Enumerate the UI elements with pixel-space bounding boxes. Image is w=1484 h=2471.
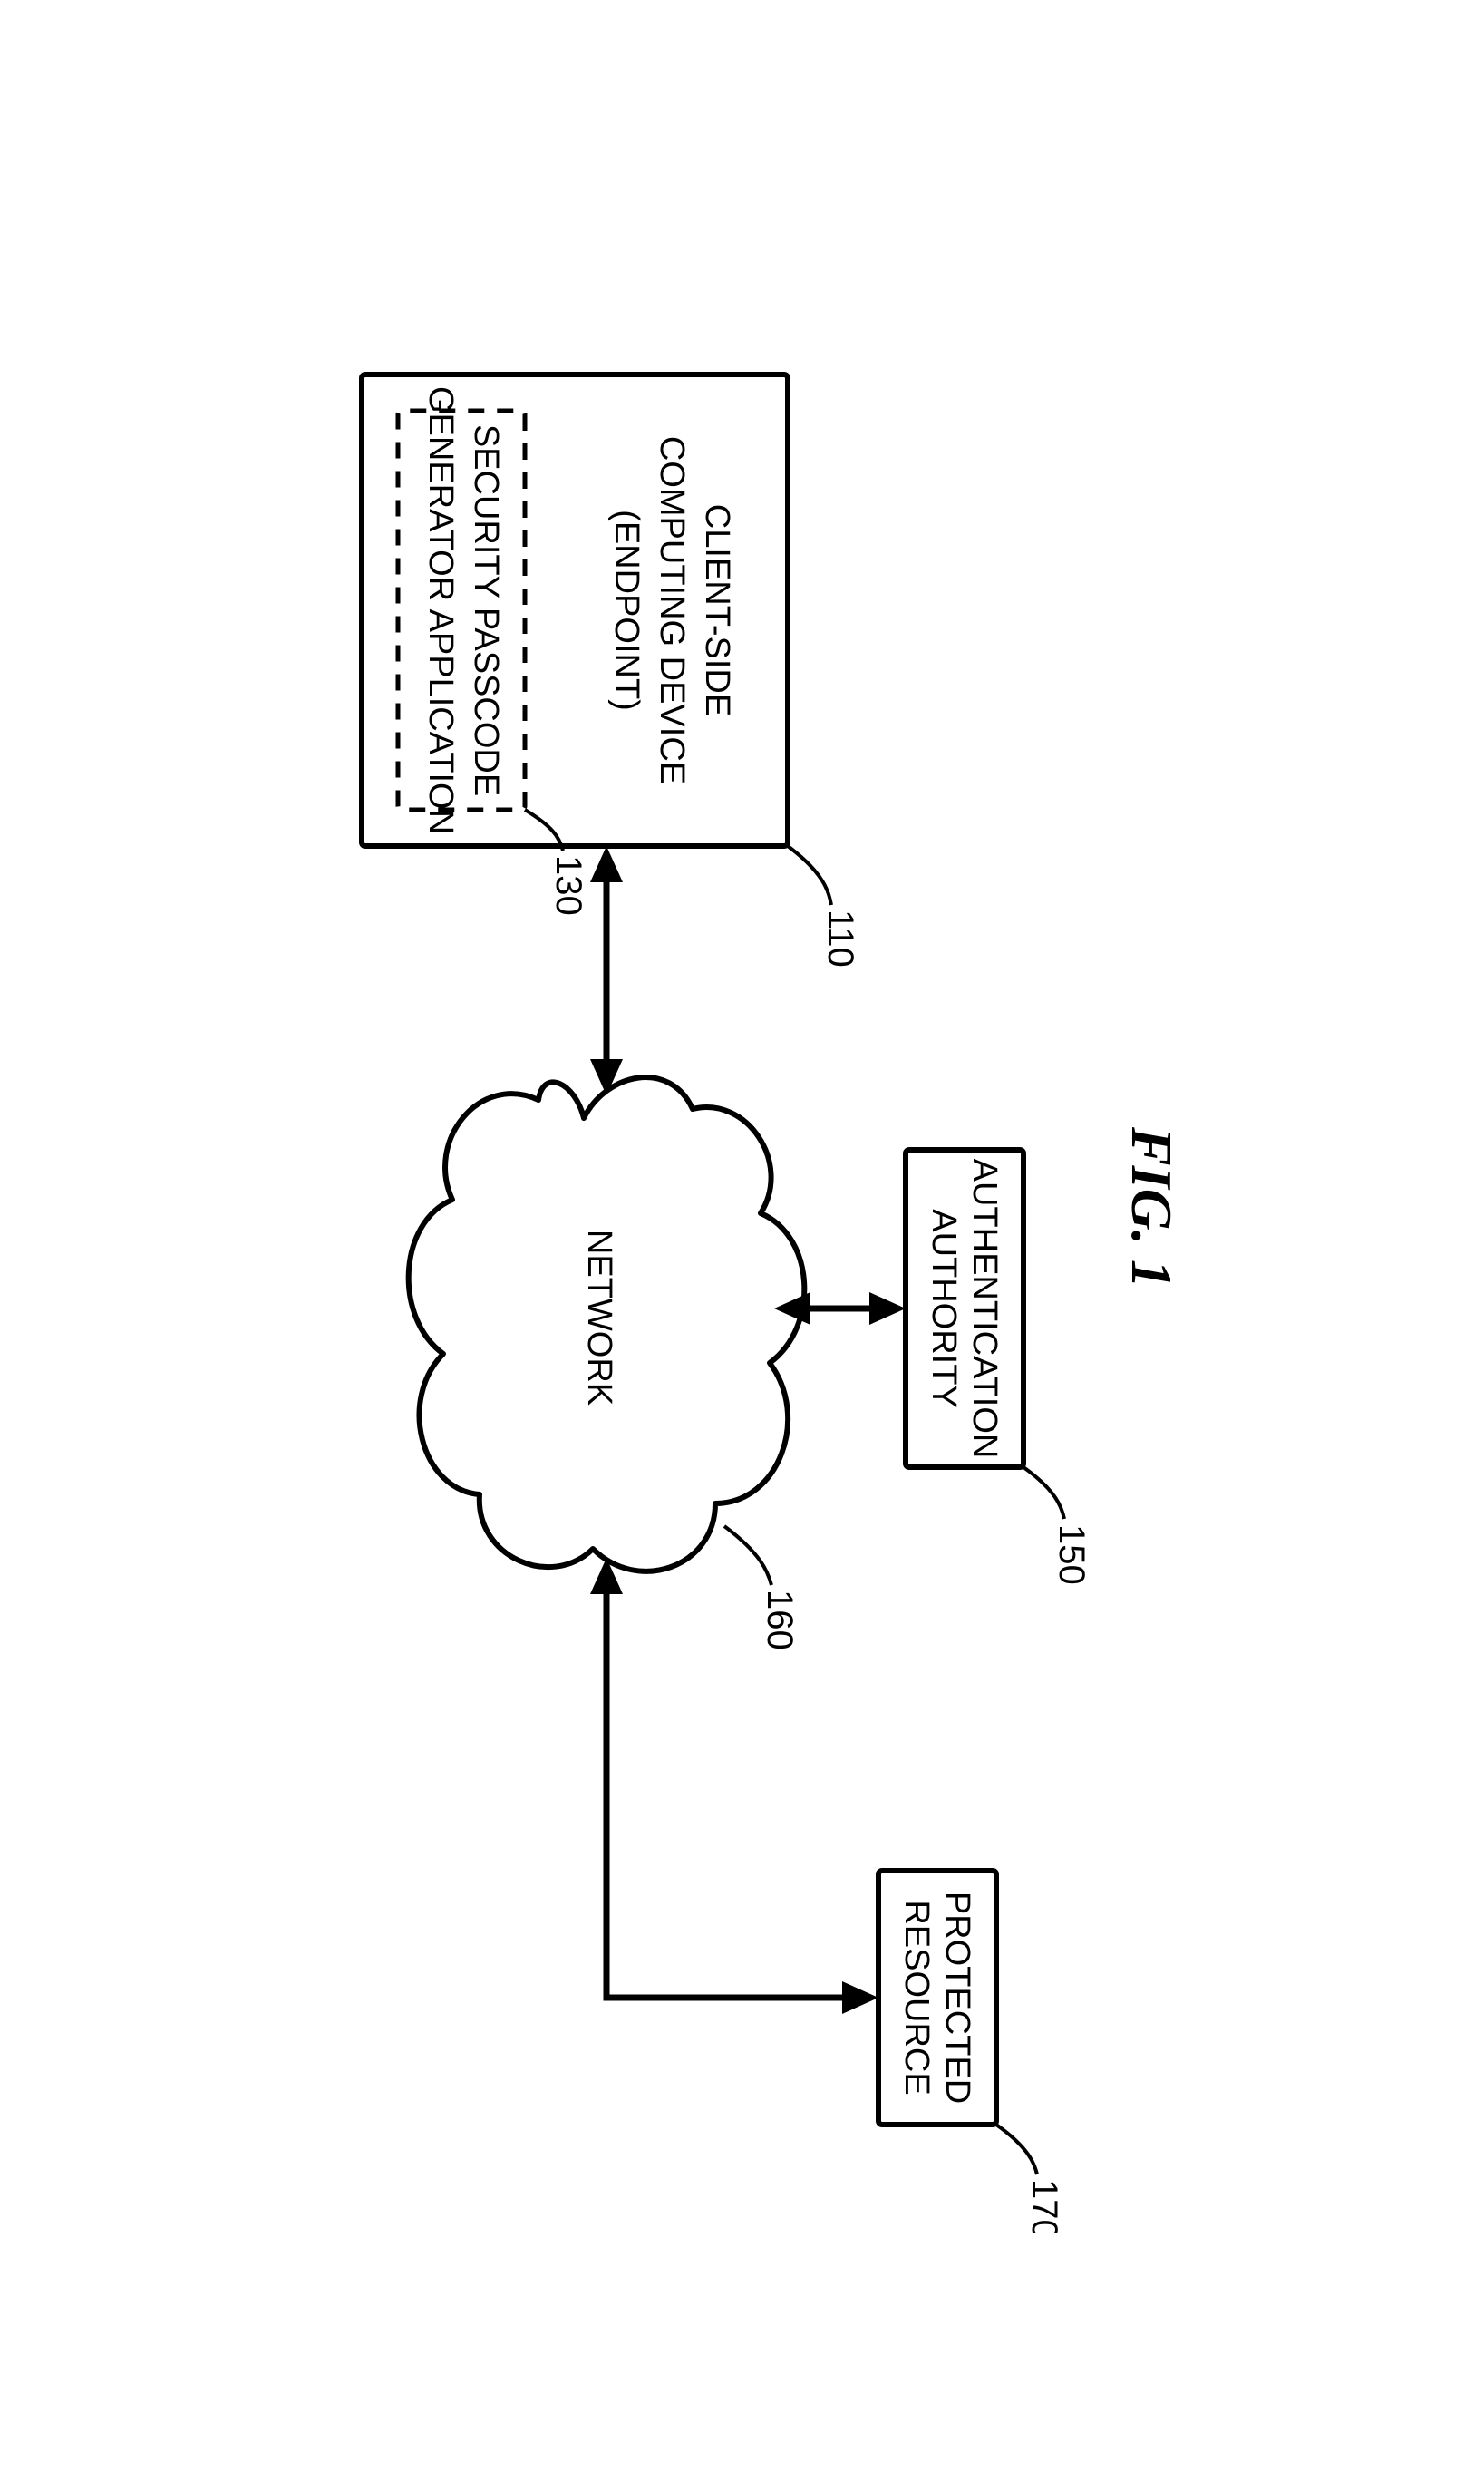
auth-line2: AUTHORITY: [925, 1209, 963, 1408]
connector-network-resource: [590, 1558, 878, 2014]
auth-box: [906, 1150, 1023, 1467]
resource-box: [878, 1871, 996, 2125]
auth-block: AUTHENTICATION AUTHORITY 150: [906, 1150, 1091, 1585]
connector-client-network: [590, 846, 623, 1095]
generator-line1: SECURITY PASSCODE: [467, 423, 505, 795]
auth-line1: AUTHENTICATION: [965, 1158, 1004, 1458]
diagram-svg: FIG. 1 CLIENT-SIDE COMPUTING DEVICE (END…: [244, 238, 1241, 2233]
network-ref: 160: [760, 1590, 800, 1650]
generator-ref: 130: [548, 855, 588, 916]
resource-block: PROTECTED RESOURCE 170: [878, 1871, 1064, 2233]
resource-ref: 170: [1024, 2179, 1064, 2233]
figure-1-diagram: FIG. 1 CLIENT-SIDE COMPUTING DEVICE (END…: [244, 238, 1241, 2233]
generator-box: [398, 411, 525, 810]
generator-line2: GENERATOR APPLICATION: [422, 385, 460, 833]
figure-title: FIG. 1: [1120, 1126, 1184, 1289]
resource-line2: RESOURCE: [897, 1900, 936, 2095]
client-line2: COMPUTING DEVICE: [653, 435, 691, 783]
resource-line1: PROTECTED: [938, 1891, 976, 2103]
auth-ref-leader: [1023, 1467, 1064, 1519]
auth-ref: 150: [1052, 1524, 1091, 1585]
network-ref-leader: [724, 1526, 771, 1585]
client-line1: CLIENT-SIDE: [698, 503, 736, 715]
client-ref-leader: [788, 846, 831, 905]
client-line3: (ENDPOINT): [607, 510, 645, 711]
page: FIG. 1 CLIENT-SIDE COMPUTING DEVICE (END…: [0, 0, 1484, 2471]
network-label: NETWORK: [580, 1229, 618, 1405]
resource-ref-leader: [996, 2125, 1037, 2174]
client-ref: 110: [820, 910, 860, 968]
